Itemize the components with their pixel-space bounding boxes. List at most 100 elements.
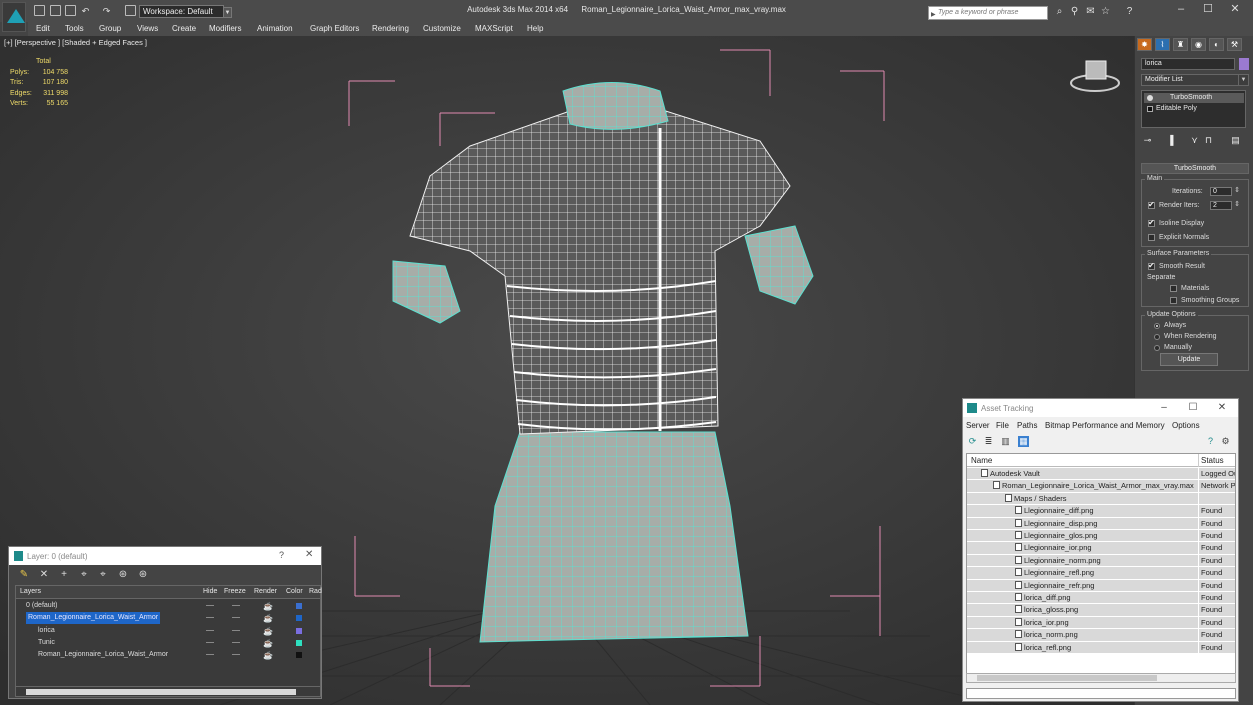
table-row[interactable]: Roman_Legionnaire_Lorica_Waist_Armor_max… bbox=[967, 480, 1235, 493]
layer-color-swatch[interactable] bbox=[296, 627, 302, 634]
column-freeze[interactable]: Freeze bbox=[224, 588, 246, 595]
menu-maxscript[interactable]: MAXScript bbox=[475, 23, 513, 35]
redo-icon[interactable]: ↷ bbox=[101, 6, 112, 17]
turbosmooth-rollout-header[interactable]: TurboSmooth bbox=[1141, 163, 1249, 174]
hide-toggle[interactable] bbox=[206, 654, 214, 656]
show-end-result-icon[interactable]: ▌ bbox=[1167, 134, 1180, 146]
object-color-swatch[interactable] bbox=[1239, 58, 1249, 70]
communication-icon[interactable]: ✉ bbox=[1085, 6, 1096, 17]
workspace-dropdown[interactable]: Workspace: Default ▼ bbox=[139, 5, 232, 18]
layer-color-swatch[interactable] bbox=[296, 615, 302, 622]
layer-row[interactable]: Roman_Legionnaire_Lorica_Waist_Armor ☕ bbox=[16, 649, 320, 661]
table-row[interactable]: lorica_norm.png Found bbox=[967, 629, 1235, 642]
render-teapot-icon[interactable]: ☕ bbox=[263, 638, 273, 650]
hierarchy-tab-icon[interactable]: ♜ bbox=[1173, 38, 1188, 51]
menu-edit[interactable]: Edit bbox=[36, 23, 50, 35]
layer-color-swatch[interactable] bbox=[296, 603, 302, 609]
always-radio[interactable] bbox=[1154, 323, 1160, 329]
project-folder-icon[interactable] bbox=[125, 5, 136, 16]
hide-all-icon[interactable]: ⊛ bbox=[117, 570, 129, 580]
minimize-button[interactable]: – bbox=[1171, 3, 1191, 17]
table-row[interactable]: Llegionnaire_norm.png Found bbox=[967, 554, 1235, 568]
modifier-list-dropdown[interactable]: Modifier List ▼ bbox=[1141, 74, 1249, 86]
pin-stack-icon[interactable]: ⊸ bbox=[1141, 134, 1154, 146]
object-name-input[interactable]: lorica bbox=[1141, 58, 1235, 70]
help-icon[interactable]: ? bbox=[1124, 6, 1135, 17]
maximize-button[interactable]: ☐ bbox=[1198, 3, 1218, 17]
render-iters-checkbox[interactable] bbox=[1148, 200, 1155, 209]
menu-server[interactable]: Server bbox=[966, 421, 990, 430]
when-rendering-radio[interactable] bbox=[1154, 334, 1160, 340]
delete-layer-icon[interactable]: ✕ bbox=[38, 570, 50, 580]
table-row[interactable]: lorica_ior.png Found bbox=[967, 616, 1235, 630]
utilities-tab-icon[interactable]: ⚒ bbox=[1227, 38, 1242, 51]
freeze-toggle[interactable] bbox=[232, 654, 240, 656]
table-row[interactable]: Autodesk Vault Logged Ou bbox=[967, 468, 1235, 481]
motion-tab-icon[interactable]: ◉ bbox=[1191, 38, 1206, 51]
table-row[interactable]: Llegionnaire_refr.png Found bbox=[967, 579, 1235, 592]
menu-create[interactable]: Create bbox=[172, 23, 196, 35]
expand-icon[interactable] bbox=[1147, 106, 1153, 112]
menu-tools[interactable]: Tools bbox=[65, 23, 84, 35]
table-row[interactable]: Maps / Shaders bbox=[967, 492, 1235, 506]
render-teapot-icon[interactable]: ☕ bbox=[263, 650, 273, 662]
manually-radio[interactable] bbox=[1154, 345, 1160, 351]
open-file-icon[interactable] bbox=[50, 5, 61, 16]
horizontal-scrollbar[interactable] bbox=[966, 673, 1236, 683]
layer-name[interactable]: Roman_Legionnaire_Lorica_Waist_Armor bbox=[26, 612, 161, 625]
new-file-icon[interactable] bbox=[34, 5, 45, 16]
hide-toggle[interactable] bbox=[206, 617, 214, 619]
refresh-icon[interactable]: ⟳ bbox=[967, 436, 978, 447]
menu-group[interactable]: Group bbox=[99, 23, 121, 35]
asset-path-field[interactable] bbox=[966, 688, 1236, 699]
close-button[interactable]: ✕ bbox=[305, 549, 313, 560]
maximize-button[interactable]: ☐ bbox=[1182, 401, 1204, 415]
layer-color-swatch[interactable] bbox=[296, 652, 302, 659]
settings-icon[interactable]: ⚙ bbox=[1220, 436, 1231, 447]
hide-toggle[interactable] bbox=[206, 641, 214, 643]
hide-toggle[interactable] bbox=[206, 605, 214, 606]
table-row[interactable]: Llegionnaire_ior.png Found bbox=[967, 542, 1235, 555]
menu-views[interactable]: Views bbox=[137, 23, 158, 35]
freeze-all-icon[interactable]: ⊛ bbox=[137, 570, 149, 580]
create-tab-icon[interactable]: ✸ bbox=[1137, 38, 1152, 51]
minimize-button[interactable]: – bbox=[1153, 401, 1175, 415]
layer-row[interactable]: Tunic ☕ bbox=[16, 637, 320, 649]
table-row[interactable]: lorica_diff.png Found bbox=[967, 592, 1235, 605]
menu-rendering[interactable]: Rendering bbox=[372, 23, 409, 35]
layer-name[interactable]: 0 (default) bbox=[26, 600, 58, 612]
table-row[interactable]: Llegionnaire_disp.png Found bbox=[967, 517, 1235, 530]
add-to-layer-icon[interactable]: + bbox=[58, 570, 70, 580]
column-render[interactable]: Render bbox=[254, 588, 277, 595]
table-row[interactable]: lorica_refl.png Found bbox=[967, 641, 1235, 654]
remove-modifier-icon[interactable]: ⊓ bbox=[1202, 134, 1215, 146]
column-radiosity[interactable]: Rad bbox=[309, 588, 322, 595]
viewport-label[interactable]: [+] [Perspective ] [Shaded + Edged Faces… bbox=[4, 38, 147, 47]
layer-color-swatch[interactable] bbox=[296, 639, 302, 646]
menu-help[interactable]: Help bbox=[527, 23, 543, 35]
layer-row[interactable]: Roman_Legionnaire_Lorica_Waist_Armor ☕ bbox=[16, 612, 320, 625]
column-status[interactable]: Status bbox=[1201, 456, 1224, 465]
app-logo-button[interactable] bbox=[2, 2, 26, 32]
table-row[interactable]: Llegionnaire_refl.png Found bbox=[967, 567, 1235, 580]
lightbulb-icon[interactable] bbox=[1147, 95, 1153, 101]
render-teapot-icon[interactable]: ☕ bbox=[263, 626, 273, 638]
iterations-spinner[interactable]: 0 bbox=[1210, 187, 1240, 196]
column-hide[interactable]: Hide bbox=[203, 588, 217, 595]
scrollbar-thumb[interactable] bbox=[977, 675, 1157, 681]
create-layer-icon[interactable]: ✎ bbox=[18, 570, 30, 580]
materials-checkbox[interactable] bbox=[1170, 285, 1177, 292]
stack-item-turbosmooth[interactable]: TurboSmooth bbox=[1144, 93, 1244, 103]
column-name[interactable]: Name bbox=[971, 456, 992, 465]
make-unique-icon[interactable]: ⋎ bbox=[1188, 134, 1201, 146]
column-color[interactable]: Color bbox=[286, 588, 303, 595]
save-file-icon[interactable] bbox=[65, 5, 76, 16]
scrollbar-thumb[interactable] bbox=[26, 689, 296, 695]
layer-row[interactable]: 0 (default) ☕ bbox=[16, 600, 320, 612]
help-search-input[interactable]: ▶ Type a keyword or phrase bbox=[928, 6, 1048, 20]
detail-view-icon[interactable]: ▥ bbox=[1000, 436, 1011, 447]
menu-customize[interactable]: Customize bbox=[423, 23, 461, 35]
binoculars-icon[interactable]: ⌕ bbox=[1054, 6, 1065, 17]
smoothing-groups-checkbox[interactable] bbox=[1170, 297, 1177, 304]
isoline-display-checkbox[interactable] bbox=[1148, 218, 1155, 227]
